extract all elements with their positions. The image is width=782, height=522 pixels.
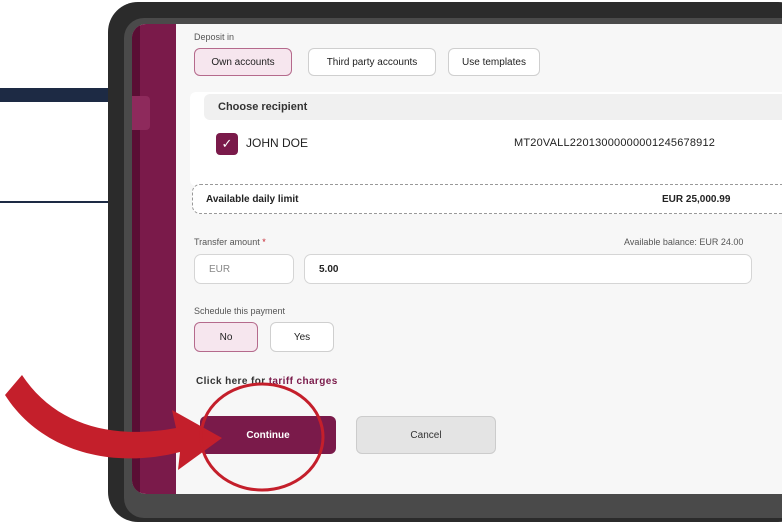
recipient-header: Choose recipient [204,94,782,120]
required-mark: * [262,237,266,247]
deposit-label: Deposit in [194,32,235,42]
transfer-amount-text: Transfer amount [194,237,260,247]
transfer-amount-label: Transfer amount * [194,237,266,247]
checkmark-icon: ✓ [221,136,233,151]
daily-limit-label: Available daily limit [206,194,299,205]
amount-field[interactable]: 5.00 [304,254,752,284]
tab-third-party-accounts[interactable]: Third party accounts [308,48,436,76]
available-balance: Available balance: EUR 24.00 [624,237,744,247]
sidebar [132,24,176,494]
schedule-yes-button[interactable]: Yes [270,322,334,352]
tab-use-templates[interactable]: Use templates [448,48,540,76]
recipient-name: JOHN DOE [246,136,309,150]
sidebar-strip [132,24,140,494]
tariff-prefix: Click here for [196,376,269,387]
tariff-link[interactable]: tariff charges [269,376,338,387]
transfer-form: Deposit in Own accounts Third party acco… [176,24,782,494]
tab-own-accounts[interactable]: Own accounts [194,48,292,76]
schedule-no-button[interactable]: No [194,322,258,352]
recipient-checkbox[interactable]: ✓ [216,133,238,155]
sidebar-active-tab[interactable] [132,96,150,130]
continue-button[interactable]: Continue [200,416,336,454]
recipient-iban: MT20VALL22013000000001245678912 [514,137,716,149]
schedule-label: Schedule this payment [194,306,286,316]
currency-field[interactable]: EUR [194,254,294,284]
daily-limit-value: EUR 25,000.99 [662,194,731,205]
tariff-line: Click here for tariff charges [196,376,338,387]
app-screen: Deposit in Own accounts Third party acco… [132,24,782,494]
background-line-thin [0,201,115,203]
cancel-button[interactable]: Cancel [356,416,496,454]
